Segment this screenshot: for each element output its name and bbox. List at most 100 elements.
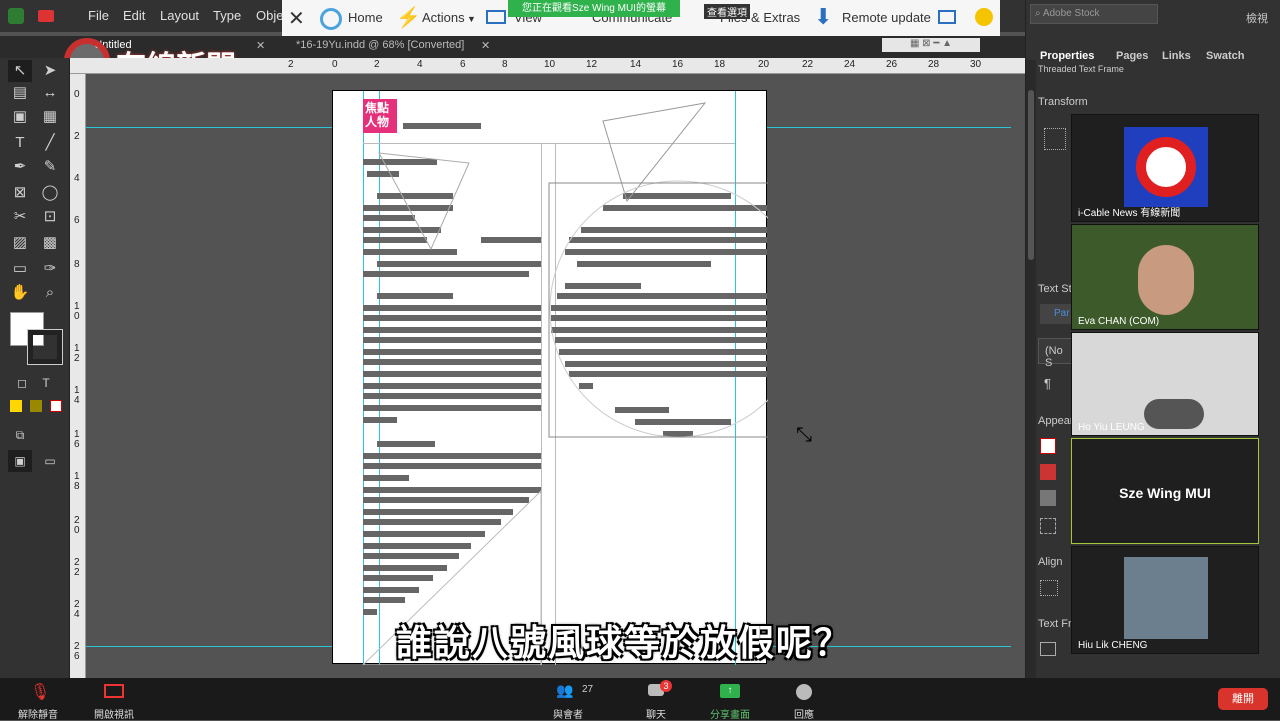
transform-heading: Transform [1038, 96, 1088, 108]
video-tile[interactable]: Ho Yiu LEUNG [1071, 332, 1259, 436]
video-tile[interactable]: Eva CHAN (COM) [1071, 224, 1259, 330]
tab-close-icon[interactable]: ✕ [256, 39, 265, 52]
chat-label: 聊天 [646, 710, 666, 721]
mute-label: 解除靜音 [18, 710, 58, 721]
participants-button[interactable]: 👥 27 與會者 [548, 682, 596, 721]
ellipse-tool-icon[interactable]: ◯ [38, 182, 62, 204]
viewing-banner: 您正在觀看Sze Wing MUI的螢幕 [508, 0, 680, 17]
apply-none-icon[interactable] [50, 400, 62, 412]
video-tile-active-speaker[interactable]: Sze Wing MUI [1071, 438, 1259, 544]
home-button[interactable]: Home [348, 10, 383, 25]
tab-links[interactable]: Links [1162, 50, 1191, 62]
screens-icon[interactable] [938, 10, 956, 24]
apply-color-icon[interactable] [10, 400, 22, 412]
effects-icon[interactable] [1040, 518, 1056, 534]
zoom-tool-icon[interactable]: ⌕ [38, 282, 62, 304]
tab-swatch[interactable]: Swatch [1206, 50, 1245, 62]
eyedropper-icon[interactable]: ✑ [38, 258, 62, 280]
camera-off-icon [104, 684, 124, 698]
video-button[interactable]: 開啟視訊 [90, 682, 138, 721]
rectangle-frame-icon[interactable]: ⊠ [8, 182, 32, 204]
participants-label: 與會者 [553, 710, 583, 721]
shield-icon [8, 8, 24, 24]
participant-count: 27 [582, 684, 594, 695]
chevron-down-icon: ▼ [467, 14, 476, 24]
reactions-button[interactable]: 回應 [784, 682, 824, 721]
ruler-tick: 0 [332, 59, 338, 70]
transform-tool-icon[interactable]: ⊡ [38, 206, 62, 228]
video-tile[interactable]: i-Cable News 有線新聞 [1071, 114, 1259, 222]
pilcrow-icon[interactable]: ¶ [1044, 376, 1051, 391]
mute-button[interactable]: 🎙 解除靜音 [14, 682, 62, 721]
note-tool-icon[interactable]: ▭ [8, 258, 32, 280]
news-subtitle: 誰說八號風球等於放假呢？ [396, 623, 853, 664]
search-field[interactable]: ⌕ Adobe Stock [1030, 4, 1158, 24]
document-page[interactable]: 焦點人物 [332, 90, 768, 665]
participant-video [1124, 557, 1208, 639]
direct-selection-icon[interactable]: ➤ [38, 60, 62, 82]
screen-mode-icon[interactable]: ⧉ [8, 424, 32, 446]
ruler-tick: 28 [928, 59, 940, 70]
formatting-text-icon[interactable]: T [34, 372, 58, 394]
panel-scroll-thumb[interactable] [1028, 90, 1034, 260]
content-collector-icon[interactable]: ▣ [8, 106, 32, 128]
formatting-container-icon[interactable]: ◻ [10, 372, 34, 394]
hand-tool-icon[interactable]: ✋ [8, 282, 32, 304]
reference-point-icon[interactable] [1044, 128, 1066, 150]
tab-document[interactable]: *16-19Yu.indd @ 68% [Converted] [296, 39, 464, 51]
remote-update-button[interactable]: Remote update [842, 10, 931, 25]
opacity-icon[interactable] [1040, 490, 1056, 506]
normal-mode-icon[interactable]: ▣ [8, 450, 32, 472]
menu-layout[interactable]: Layout [160, 8, 199, 23]
scissors-tool-icon[interactable]: ✂ [8, 206, 32, 228]
smiley-icon[interactable] [975, 8, 993, 26]
tab-pages[interactable]: Pages [1116, 50, 1148, 62]
gradient-feather-icon[interactable]: ▩ [38, 232, 62, 254]
preview-mode-icon[interactable]: ▭ [38, 450, 62, 472]
text-frame-heading: Text Fr [1038, 618, 1072, 630]
line-tool-icon[interactable]: ╱ [38, 132, 62, 154]
share-label: 分享畫面 [710, 710, 750, 721]
ruler-tick: 26 [886, 59, 898, 70]
pen-tool-icon[interactable]: ✒ [8, 156, 32, 178]
video-tile[interactable]: Hiu Lik CHENG [1071, 546, 1259, 654]
emoji-icon [796, 684, 812, 700]
page-tool-icon[interactable]: ▤ [8, 82, 32, 104]
ruler-tick: 12 [74, 343, 80, 364]
ruler-tick: 6 [460, 59, 466, 70]
actions-button[interactable]: Actions [422, 10, 465, 25]
pencil-tool-icon[interactable]: ✎ [38, 156, 62, 178]
align-heading: Align [1038, 556, 1063, 568]
content-placer-icon[interactable]: ▦ [38, 106, 62, 128]
shape-outlines [362, 102, 768, 665]
gradient-tool-icon[interactable]: ▨ [8, 232, 32, 254]
cable-logo-icon [1124, 127, 1208, 207]
chat-button[interactable]: 3 聊天 [636, 680, 676, 721]
menu-file[interactable]: File [88, 8, 109, 23]
gap-tool-icon[interactable]: ↔ [38, 82, 62, 104]
columns-icon[interactable] [1040, 642, 1056, 656]
close-icon[interactable]: ✕ [288, 6, 305, 31]
share-screen-button[interactable]: ↑ 分享畫面 [706, 682, 754, 721]
selection-tool-icon[interactable]: ↖ [8, 60, 32, 82]
align-icon[interactable] [1040, 580, 1058, 596]
stroke-swatch[interactable] [27, 329, 63, 365]
ruler-tick: 14 [74, 385, 80, 406]
menu-edit[interactable]: Edit [123, 8, 145, 23]
apply-gradient-icon[interactable] [30, 400, 42, 412]
logo-ring [1136, 137, 1196, 197]
tools-panel: ↖ ➤ ▤ ↔ ▣ ▦ T ╱ ✒ ✎ ⊠ ◯ ✂ ⊡ ▨ ▩ ▭ ✑ ✋ ⌕ … [0, 58, 70, 678]
menu-type[interactable]: Type [213, 8, 241, 23]
workspace-label[interactable]: 檢視 [1246, 10, 1268, 26]
fill-none-icon[interactable] [1040, 438, 1056, 454]
tab-close-icon[interactable]: ✕ [481, 39, 490, 52]
leave-button[interactable]: 離開 [1218, 688, 1268, 710]
ruler-tick: 22 [802, 59, 814, 70]
stroke-none-icon[interactable] [1040, 464, 1056, 480]
type-tool-icon[interactable]: T [8, 132, 32, 154]
ruler-tick: 4 [417, 59, 423, 70]
tab-properties[interactable]: Properties [1040, 50, 1094, 62]
ruler-tick: 2 [288, 59, 294, 70]
menu-object[interactable]: Obje [256, 8, 283, 23]
view-options-button[interactable]: 查看選項 [704, 4, 750, 19]
